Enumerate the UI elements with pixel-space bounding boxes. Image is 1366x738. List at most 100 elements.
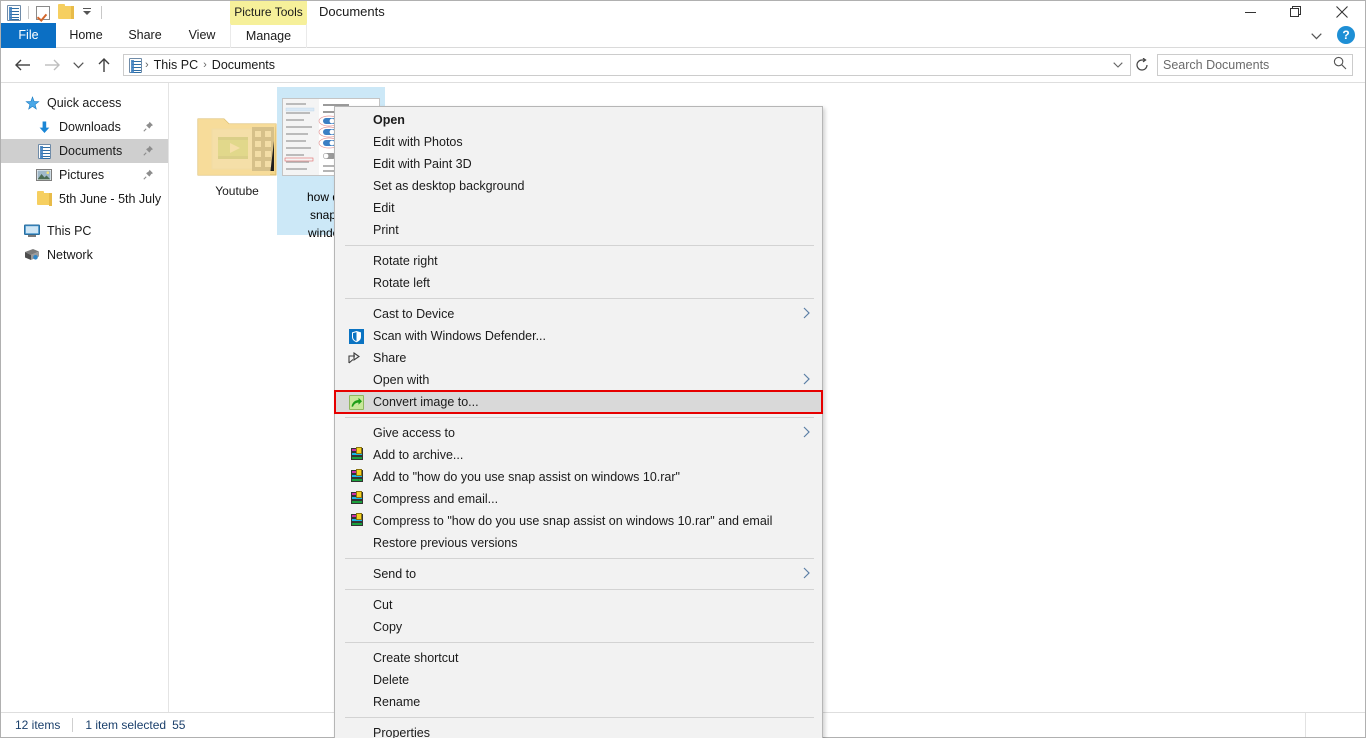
chevron-right-icon	[803, 373, 810, 388]
winrar-icon	[345, 469, 367, 485]
status-view-buttons[interactable]	[1305, 713, 1365, 737]
search-icon[interactable]	[1333, 56, 1347, 75]
menu-item-give-access-to[interactable]: Give access to	[335, 422, 822, 444]
refresh-icon[interactable]	[1131, 54, 1153, 76]
menu-separator	[345, 245, 814, 246]
menu-item-rename[interactable]: Rename	[335, 691, 822, 713]
tab-home[interactable]: Home	[56, 23, 116, 48]
menu-item-compress-and-email[interactable]: Compress and email...	[335, 488, 822, 510]
menu-item-add-to-rar[interactable]: Add to "how do you use snap assist on wi…	[335, 466, 822, 488]
menu-separator	[345, 298, 814, 299]
no-icon	[345, 672, 367, 688]
quick-access-toolbar	[3, 3, 105, 22]
menu-item-compress-to-rar-and-email[interactable]: Compress to "how do you use snap assist …	[335, 510, 822, 532]
no-icon	[345, 372, 367, 388]
no-icon	[345, 619, 367, 635]
back-arrow-icon[interactable]	[7, 50, 37, 80]
checkbox-icon[interactable]	[32, 3, 54, 22]
sidebar-item-downloads[interactable]: Downloads	[1, 115, 168, 139]
new-folder-icon[interactable]	[54, 3, 76, 22]
search-input[interactable]	[1163, 58, 1333, 72]
minimize-icon[interactable]	[1227, 1, 1273, 23]
sidebar-item-network[interactable]: Network	[1, 243, 168, 267]
file-item-youtube[interactable]: Youtube	[183, 91, 291, 199]
tab-manage[interactable]: Manage	[230, 23, 307, 48]
menu-item-edit-with-paint-3d[interactable]: Edit with Paint 3D	[335, 153, 822, 175]
menu-item-copy[interactable]: Copy	[335, 616, 822, 638]
address-path-field[interactable]: › This PC › Documents	[123, 54, 1131, 76]
menu-item-add-to-archive[interactable]: Add to archive...	[335, 444, 822, 466]
tab-share[interactable]: Share	[116, 23, 174, 48]
sidebar-item-quick-access[interactable]: Quick access	[1, 91, 168, 115]
sidebar-item-pictures[interactable]: Pictures	[1, 163, 168, 187]
status-divider	[72, 718, 74, 732]
pin-icon[interactable]	[143, 145, 154, 156]
winrar-icon	[345, 513, 367, 529]
menu-item-print[interactable]: Print	[335, 219, 822, 241]
ribbon-tab-bar: File Home Share View Manage ?	[1, 23, 1365, 48]
sidebar-item-label: Quick access	[47, 96, 122, 110]
properties-icon[interactable]	[3, 3, 25, 22]
menu-item-delete[interactable]: Delete	[335, 669, 822, 691]
shield-icon	[345, 328, 367, 344]
chevron-right-icon	[803, 567, 810, 582]
picture-tools-label: Picture Tools	[230, 1, 307, 23]
no-icon	[345, 112, 367, 128]
no-icon	[345, 566, 367, 582]
pin-icon[interactable]	[143, 121, 154, 132]
breadcrumb-this-pc[interactable]: This PC	[150, 55, 202, 75]
menu-item-rotate-left[interactable]: Rotate left	[335, 272, 822, 294]
this-pc-icon	[23, 224, 41, 238]
menu-item-open[interactable]: Open	[335, 109, 822, 131]
sidebar-item-5th-june-5th-july[interactable]: 5th June - 5th July	[1, 187, 168, 211]
pictures-icon	[35, 168, 53, 182]
forward-arrow-icon[interactable]	[37, 50, 67, 80]
menu-item-open-with[interactable]: Open with	[335, 369, 822, 391]
no-icon	[345, 597, 367, 613]
sidebar-item-label: 5th June - 5th July	[59, 192, 162, 206]
navigation-pane[interactable]: Quick access Downloads Documents Picture…	[1, 83, 169, 712]
breadcrumb-documents[interactable]: Documents	[208, 55, 279, 75]
tab-file[interactable]: File	[1, 23, 56, 48]
sidebar-item-label: Downloads	[59, 120, 121, 134]
menu-separator	[345, 717, 814, 718]
sidebar-item-label: Documents	[59, 144, 123, 158]
sidebar-item-this-pc[interactable]: This PC	[1, 219, 168, 243]
tab-view[interactable]: View	[174, 23, 230, 48]
menu-item-restore-previous-versions[interactable]: Restore previous versions	[335, 532, 822, 554]
no-icon	[345, 134, 367, 150]
menu-item-share[interactable]: Share	[335, 347, 822, 369]
toolbar-divider-2	[101, 6, 102, 19]
no-icon	[345, 275, 367, 291]
menu-item-properties[interactable]: Properties	[335, 722, 822, 738]
menu-item-cast-to-device[interactable]: Cast to Device	[335, 303, 822, 325]
menu-item-cut[interactable]: Cut	[335, 594, 822, 616]
up-arrow-icon[interactable]	[89, 50, 119, 80]
menu-item-edit[interactable]: Edit	[335, 197, 822, 219]
recent-locations-icon[interactable]	[67, 50, 89, 80]
chevron-down-icon[interactable]	[1305, 26, 1327, 46]
menu-item-create-shortcut[interactable]: Create shortcut	[335, 647, 822, 669]
restore-icon[interactable]	[1273, 1, 1319, 23]
file-name-label: Youtube	[215, 184, 259, 198]
search-box[interactable]	[1157, 54, 1353, 76]
menu-separator	[345, 558, 814, 559]
menu-item-send-to[interactable]: Send to	[335, 563, 822, 585]
chevron-right-icon	[803, 426, 810, 441]
close-icon[interactable]	[1319, 1, 1365, 23]
convert-image-icon	[345, 394, 367, 410]
menu-item-edit-with-photos[interactable]: Edit with Photos	[335, 131, 822, 153]
customize-chevron-icon[interactable]	[76, 3, 98, 22]
no-icon	[345, 694, 367, 710]
menu-item-set-as-desktop-background[interactable]: Set as desktop background	[335, 175, 822, 197]
address-dropdown-icon[interactable]	[1108, 55, 1128, 75]
help-icon[interactable]: ?	[1337, 26, 1355, 44]
menu-item-rotate-right[interactable]: Rotate right	[335, 250, 822, 272]
menu-item-scan-with-windows-defender[interactable]: Scan with Windows Defender...	[335, 325, 822, 347]
context-menu[interactable]: Open Edit with Photos Edit with Paint 3D…	[334, 106, 823, 738]
sidebar-item-documents[interactable]: Documents	[1, 139, 168, 163]
pin-icon[interactable]	[143, 169, 154, 180]
menu-item-convert-image-to[interactable]: Convert image to...	[334, 390, 823, 414]
sidebar-item-label: Network	[47, 248, 93, 262]
no-icon	[345, 425, 367, 441]
